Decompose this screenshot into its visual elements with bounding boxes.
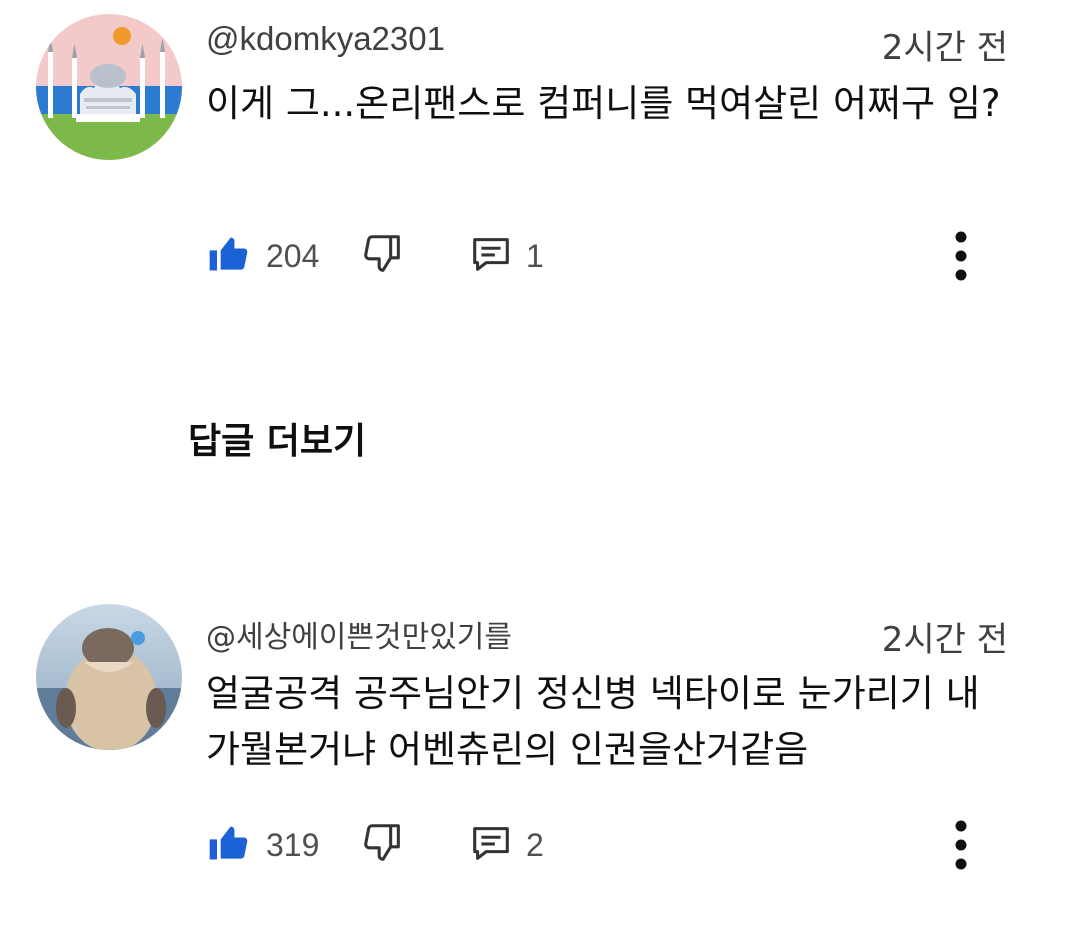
more-replies-link[interactable]: 답글 더보기 [188,412,366,464]
comment-author-handle[interactable]: @kdomkya2301 [206,20,445,58]
comment-1: @kdomkya2301 2시간 전 이게 그...온리팬스로 컴퍼니를 먹여살… [0,0,1080,300]
thumbs-down-icon [360,820,406,870]
comment-timestamp: 2시간 전 [881,620,1008,660]
thumbs-up-filled-icon [206,821,250,869]
comment-2: @세상에이쁜것만있기를 2시간 전 얼굴공격 공주님안기 정신병 넥타이로 눈가… [0,596,1080,896]
comment-action-bar: 204 1 [206,228,1006,284]
dislike-button[interactable] [360,228,406,284]
thumbs-down-icon [360,231,406,281]
reply-count: 2 [526,826,544,863]
reply-comment-icon [468,820,514,870]
reply-comment-icon [468,231,514,281]
reply-button[interactable]: 2 [468,817,544,873]
more-options-button[interactable] [946,228,976,284]
comment-body: 이게 그...온리팬스로 컴퍼니를 먹여살린 어쩌구 임? [206,82,1001,125]
mosque-avatar-image [36,14,182,160]
more-vert-icon [955,820,967,870]
comment-author-handle[interactable]: @세상에이쁜것만있기를 [206,612,512,656]
like-count: 204 [266,237,320,274]
avatar[interactable] [36,604,182,750]
reply-count: 1 [526,237,544,274]
reply-button[interactable]: 1 [468,228,544,284]
like-count: 319 [266,826,320,863]
comment-timestamp: 2시간 전 [881,28,1008,68]
thumbs-up-filled-icon [206,232,250,280]
comment-action-bar: 319 2 [206,817,1006,873]
more-vert-icon [955,231,967,281]
like-button[interactable]: 204 [206,228,319,284]
like-button[interactable]: 319 [206,817,319,873]
avatar[interactable] [36,14,182,160]
more-options-button[interactable] [946,817,976,873]
comment-body: 얼굴공격 공주님안기 정신병 넥타이로 눈가리기 내 가뭘본거냐 어벤츄린의 인… [206,672,980,771]
dislike-button[interactable] [360,817,406,873]
creature-avatar-image [36,604,182,750]
